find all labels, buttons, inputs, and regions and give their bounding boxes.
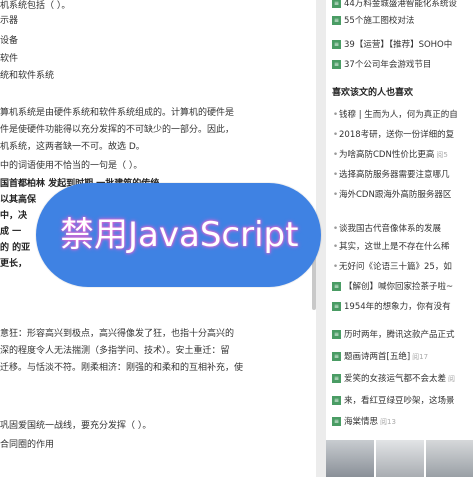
related-link[interactable]: •钱穆 | 生而为人，何为真正的自 bbox=[332, 108, 458, 122]
article-line: 设备 bbox=[0, 36, 19, 46]
article-line: 中，决 bbox=[0, 211, 28, 221]
bullet-icon: • bbox=[332, 190, 339, 200]
article-line: 机系统，这两者缺一不可。故选 D。 bbox=[0, 142, 145, 152]
related-link[interactable]: ≡ 题画诗两首[五绝] 阅17 bbox=[332, 350, 428, 364]
related-link[interactable]: ≡ 爱笑的女孩运气都不会太差阅 bbox=[332, 372, 455, 386]
sidebar: ≡ 44万料金城盛港智能化系统设 ≡ 55个施工图校对法 ≡ 39【运营】【推荐】SO… bbox=[326, 0, 473, 477]
article-line: 示器 bbox=[0, 16, 19, 26]
bullet-icon: • bbox=[332, 242, 339, 252]
doc-icon: ≡ bbox=[332, 417, 341, 426]
related-link[interactable]: •无好问《论语三十篇》25，如 bbox=[332, 260, 452, 274]
article-line: 以其高保 bbox=[0, 195, 37, 205]
sidebar-link[interactable]: ≡ 44万料金城盛港智能化系统设 bbox=[332, 0, 457, 11]
doc-icon: ≡ bbox=[332, 302, 341, 311]
thumbnail-image[interactable] bbox=[326, 440, 374, 477]
related-link[interactable]: ≡ 海棠情思 阅13 bbox=[332, 415, 396, 429]
related-link[interactable]: ≡ 来，看红豆绿豆吵架，这场景 bbox=[332, 394, 455, 408]
thumbnail-image[interactable] bbox=[426, 440, 473, 477]
doc-icon: ≡ bbox=[332, 282, 341, 291]
doc-icon: ≡ bbox=[332, 16, 341, 25]
doc-icon: ≡ bbox=[332, 60, 341, 69]
doc-icon: ≡ bbox=[332, 374, 341, 383]
article-line: 巩固爱国统一战线，要充分发挥（ ）。 bbox=[0, 421, 152, 431]
sidebar-link[interactable]: ≡ 39【运营】【推荐】SOHO中 bbox=[332, 38, 452, 52]
article-line: 成 一 bbox=[0, 227, 22, 237]
sidebar-link[interactable]: ≡ 55个施工图校对法 bbox=[332, 14, 414, 28]
related-link[interactable]: ≡ 【解创】喊你回家捡茶子啦~ bbox=[332, 280, 453, 294]
bullet-icon: • bbox=[332, 224, 339, 234]
thumbnail-image[interactable] bbox=[376, 440, 424, 477]
article-line: 软件 bbox=[0, 54, 19, 64]
related-link[interactable]: •为啥高防CDN性价比更高 阅5 bbox=[332, 148, 448, 162]
article-line: 意狂：形容高兴到极点，高兴得像发了狂，也指十分高兴的 bbox=[0, 329, 235, 339]
bullet-icon: • bbox=[332, 110, 339, 120]
doc-icon: ≡ bbox=[332, 40, 341, 49]
related-link[interactable]: ≡ 历时两年，腾讯这款产品正式 bbox=[332, 328, 455, 342]
javascript-disabled-message: 禁用JavaScript bbox=[60, 215, 299, 255]
article-line: 深的程度令人无法揣测（多指学问、技术）。安土重迁：留 bbox=[0, 346, 230, 356]
article-line: 中的词语使用不恰当的一句是（ ）。 bbox=[0, 161, 143, 171]
article-line: 的 的亚 bbox=[0, 243, 31, 253]
article-line: 迁移。与恬淡不符。刚柔相济：刚强的和柔和的互相补充，使 bbox=[0, 363, 244, 373]
article-line: 统和软件系统 bbox=[0, 71, 55, 81]
article-line: 更长， bbox=[0, 259, 28, 269]
article-line: 机系统包括（ ）。 bbox=[0, 1, 71, 11]
bullet-icon: • bbox=[332, 262, 339, 272]
related-link[interactable]: •其实，这世上是不存在什么稀 bbox=[332, 240, 450, 254]
related-link[interactable]: •谈我国古代音像体系的发展 bbox=[332, 222, 441, 236]
sidebar-link[interactable]: ≡ 37个公司年会游戏节目 bbox=[332, 58, 431, 72]
article-line: 件是使硬件功能得以充分发挥的不可缺少的一部分。因此， bbox=[0, 125, 235, 135]
related-link[interactable]: ≡ 1954年的想象力，你有没有 bbox=[332, 300, 451, 314]
doc-icon: ≡ bbox=[332, 352, 341, 361]
doc-icon: ≡ bbox=[332, 0, 341, 8]
article-line: 算机系统是由硬件系统和软件系统组成的。计算机的硬件是 bbox=[0, 108, 235, 118]
doc-icon: ≡ bbox=[332, 396, 341, 405]
article-line: 合同圈的作用 bbox=[0, 440, 55, 450]
related-link[interactable]: •选择高防服务器需要注意哪几 bbox=[332, 168, 450, 182]
section-title: 喜欢该文的人也喜欢 bbox=[332, 88, 414, 98]
doc-icon: ≡ bbox=[332, 330, 341, 339]
bullet-icon: • bbox=[332, 170, 339, 180]
bullet-icon: • bbox=[332, 130, 339, 140]
related-link[interactable]: •2018考研，送你一份详细的复 bbox=[332, 128, 454, 142]
related-link[interactable]: •海外CDN跟海外高防服务器区 bbox=[332, 188, 452, 202]
bullet-icon: • bbox=[332, 150, 339, 160]
